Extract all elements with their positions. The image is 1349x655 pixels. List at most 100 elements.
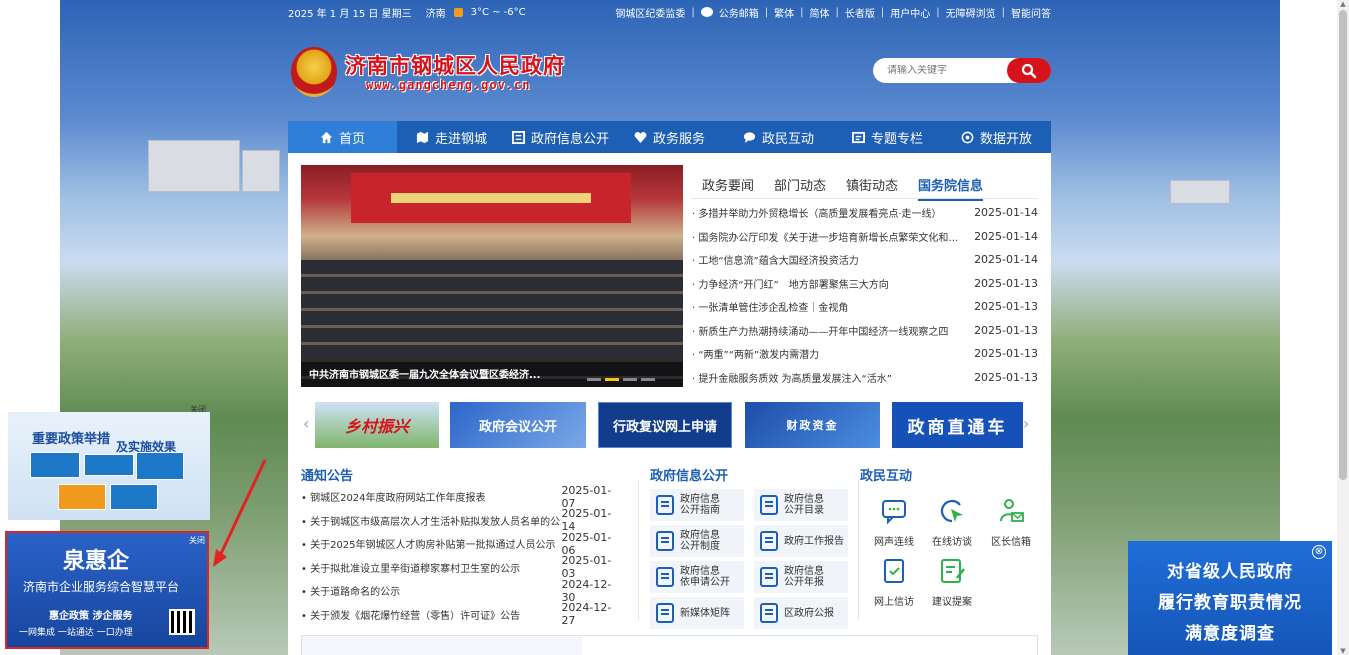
gazette-icon — [760, 603, 778, 623]
notice-date: 2025-01-06 — [561, 530, 612, 557]
scroll-down-icon[interactable]: ▼ — [1339, 647, 1347, 655]
notice-text[interactable]: 关于钢城区市级高层次人才生活补贴拟发放人员名单的公示 — [301, 513, 561, 528]
sun-icon — [453, 7, 463, 17]
list-item[interactable]: 提升金融服务质效 为高质量发展注入“活水” 2025-01-13 — [692, 366, 1038, 390]
gov-info-title[interactable]: 政府信息公开 — [650, 465, 728, 484]
platform-slogan: 惠企政策 涉企服务 — [49, 611, 133, 622]
nav-home[interactable]: 首页 — [288, 121, 397, 153]
list-item[interactable]: 多措并举助力外贸稳增长（高质量发展看亮点·走一线） 2025-01-14 — [692, 201, 1038, 225]
notice-text[interactable]: 关于拟批准设立里辛街道穆家寨村卫生室的公示 — [301, 560, 561, 575]
photo-slider[interactable]: 中共济南市钢城区委一届九次全体会议暨区委经济... — [301, 165, 683, 387]
gov-info-guide[interactable]: 政府信息 公开指南 — [650, 489, 744, 521]
slider-dot[interactable] — [641, 378, 655, 381]
notice-text[interactable]: 关于道路命名的公示 — [301, 583, 561, 598]
link-accessibility[interactable]: 无障碍浏览 — [946, 5, 996, 20]
education-survey-ad[interactable]: ⊗ 对省级人民政府 履行教育职责情况 满意度调查 — [1128, 541, 1332, 655]
online-connect[interactable]: 网声连线 — [864, 497, 924, 548]
list-item[interactable]: 关于道路命名的公示2024-12-30 — [301, 577, 625, 604]
home-icon — [320, 131, 333, 143]
scrollbar[interactable]: ▲ ▼ — [1337, 0, 1349, 655]
chevron-left-icon[interactable]: ‹ — [303, 414, 309, 433]
list-item[interactable]: 关于钢城区市级高层次人才生活补贴拟发放人员名单的公示2025-01-14 — [301, 507, 625, 533]
banner-meeting-open[interactable]: 政府会议公开 — [450, 402, 586, 448]
gov-gazette[interactable]: 区政府公报 — [754, 597, 848, 629]
news-title[interactable]: “两重”“两新”激发内需潜力 — [692, 346, 962, 361]
news-title[interactable]: 多措并举助力外贸稳增长（高质量发展看亮点·走一线） — [692, 205, 962, 220]
banner-admin-review[interactable]: 行政复议网上申请 — [598, 402, 732, 448]
slider-caption[interactable]: 中共济南市钢城区委一届九次全体会议暨区委经济... — [301, 359, 683, 387]
nav-topics[interactable]: 专题专栏 — [833, 121, 942, 153]
slider-dot[interactable] — [623, 378, 637, 381]
mayor-mailbox[interactable]: 区长信箱 — [981, 497, 1041, 548]
list-item[interactable]: 关于颁发《烟花爆竹经营（零售）许可证》公告2024-12-27 — [301, 601, 625, 627]
suggestion-proposal[interactable]: 建议提案 — [922, 557, 982, 608]
annual-report-icon — [760, 567, 778, 587]
link-user-center[interactable]: 用户中心 — [890, 5, 930, 20]
site-url: www.gangcheng.gov.cn — [366, 78, 531, 92]
slider-dot[interactable] — [587, 378, 601, 381]
news-title[interactable]: 提升金融服务质效 为高质量发展注入“活水” — [692, 370, 962, 385]
news-title[interactable]: 工地“信息流”蕴含大国经济投资活力 — [692, 252, 962, 267]
notice-text[interactable]: 关于2025年钢城区人才购房补贴第一批拟通过人员公示 — [301, 536, 561, 551]
link-mail[interactable]: 公务邮箱 — [719, 5, 759, 20]
notice-text[interactable]: 关于颁发《烟花爆竹经营（零售）许可证》公告 — [301, 607, 561, 622]
list-item[interactable]: 一张清单管住涉企乱检查｜金视角 2025-01-13 — [692, 295, 1038, 319]
new-media-matrix[interactable]: 新媒体矩阵 — [650, 597, 744, 629]
link-elder[interactable]: 长者版 — [845, 5, 875, 20]
list-item[interactable]: “两重”“两新”激发内需潜力 2025-01-13 — [692, 342, 1038, 366]
nav-services[interactable]: 政务服务 — [615, 121, 724, 153]
gov-info-rules[interactable]: 政府信息 公开制度 — [650, 525, 744, 557]
nav-open-data[interactable]: 数据开放 — [942, 121, 1051, 153]
gov-info-catalog[interactable]: 政府信息 公开目录 — [754, 489, 848, 521]
link-smart-qa[interactable]: 智能问答 — [1011, 5, 1051, 20]
list-item[interactable]: 国务院办公厅印发《关于进一步培育新增长点繁荣文化和旅... 2025-01-14 — [692, 225, 1038, 249]
banner-business-direct[interactable]: 政商直通车 — [892, 402, 1023, 448]
link-discipline[interactable]: 钢城区纪委监委 — [615, 5, 685, 20]
online-interview[interactable]: 在线访谈 — [922, 497, 982, 548]
weather-city: 济南 — [425, 8, 446, 20]
list-item[interactable]: 关于拟批准设立里辛街道穆家寨村卫生室的公示2025-01-03 — [301, 554, 625, 580]
list-item[interactable]: 钢城区2024年度政府网站工作年度报表2025-01-07 — [301, 484, 625, 510]
gov-info-request[interactable]: 政府信息 依申请公开 — [650, 561, 744, 593]
list-item[interactable]: 关于2025年钢城区人才购房补贴第一批拟通过人员公示2025-01-06 — [301, 530, 625, 557]
list-item[interactable]: 工地“信息流”蕴含大国经济投资活力 2025-01-14 — [692, 248, 1038, 272]
link-traditional[interactable]: 繁体 — [774, 5, 794, 20]
notice-date: 2024-12-30 — [561, 577, 612, 604]
list-item[interactable]: 新质生产力热潮持续涌动——开年中国经济一线观察之四 2025-01-13 — [692, 319, 1038, 343]
policy-effects-ad[interactable]: 重要政策举措 及实施效果 — [8, 412, 210, 520]
online-petition[interactable]: 网上信访 — [864, 557, 924, 608]
close-button[interactable]: 关闭 — [189, 535, 205, 546]
enterprise-service-ad[interactable]: 关闭 泉惠企 济南市企业服务综合智慧平台 惠企政策 涉企服务 一网集成 一站通达… — [5, 531, 209, 649]
gov-work-report[interactable]: 政府工作报告 — [754, 525, 848, 557]
notice-title[interactable]: 通知公告 — [301, 465, 353, 484]
close-button[interactable]: ⊗ — [1312, 545, 1326, 559]
gov-info-annual[interactable]: 政府信息 公开年报 — [754, 561, 848, 593]
wechat-icon[interactable] — [700, 7, 713, 17]
interaction-title[interactable]: 政民互动 — [860, 465, 912, 484]
nav-interaction[interactable]: 政民互动 — [724, 121, 833, 153]
news-title[interactable]: 力争经济“开门红” 地方部署聚焦三大方向 — [692, 276, 962, 291]
banner-rural-revitalization[interactable]: 乡村振兴 — [315, 402, 439, 448]
scroll-thumb[interactable] — [1339, 10, 1347, 480]
news-title[interactable]: 新质生产力热潮持续涌动——开年中国经济一线观察之四 — [692, 323, 962, 338]
list-item[interactable]: 力争经济“开门红” 地方部署聚焦三大方向 2025-01-13 — [692, 272, 1038, 296]
main-nav: 首页 走进钢城 政府信息公开 政务服务 政民互动 专题专栏 数据开放 — [288, 121, 1051, 153]
chat-icon — [743, 131, 756, 143]
banner-finance[interactable]: 财政资金 — [745, 402, 880, 448]
nav-about[interactable]: 走进钢城 — [397, 121, 506, 153]
news-title[interactable]: 一张清单管住涉企乱检查｜金视角 — [692, 299, 962, 314]
next-section-box — [301, 635, 1038, 655]
search-input[interactable] — [873, 65, 1003, 76]
notice-text[interactable]: 钢城区2024年度政府网站工作年度报表 — [301, 489, 561, 504]
national-emblem-icon — [291, 47, 337, 97]
news-title[interactable]: 国务院办公厅印发《关于进一步培育新增长点繁荣文化和旅... — [692, 229, 962, 244]
policy-ad-title: 重要政策举措 — [32, 432, 111, 447]
scroll-up-icon[interactable]: ▲ — [1339, 0, 1347, 8]
chevron-right-icon[interactable]: › — [1023, 414, 1029, 433]
slider-dot-active[interactable] — [605, 378, 619, 381]
search-box — [873, 58, 1051, 83]
search-button[interactable] — [1007, 58, 1051, 83]
site-title[interactable]: 济南市钢城区人民政府 — [345, 50, 565, 80]
nav-gov-info[interactable]: 政府信息公开 — [506, 121, 615, 153]
link-simplified[interactable]: 简体 — [810, 5, 830, 20]
